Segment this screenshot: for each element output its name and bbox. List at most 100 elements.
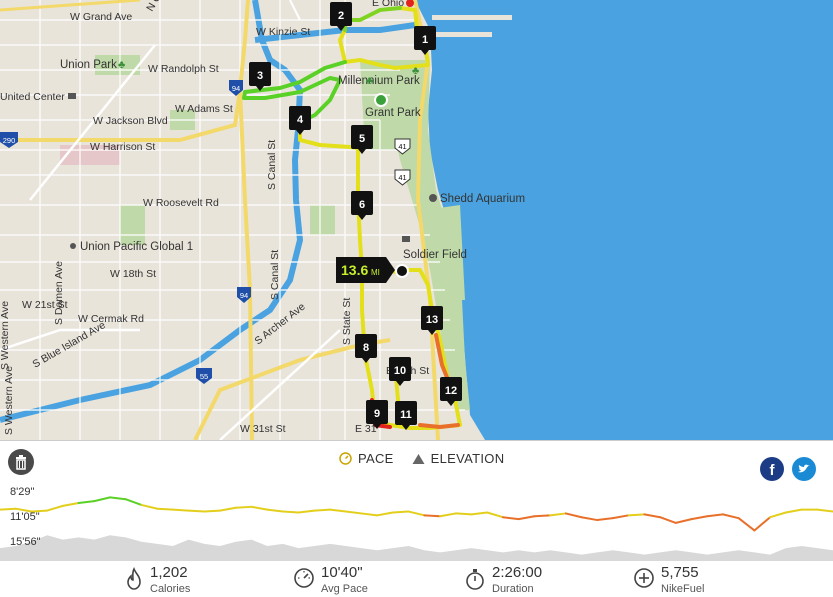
poi-icon [70, 243, 76, 249]
delete-button[interactable] [8, 449, 34, 475]
map-label: Union Park [60, 59, 117, 71]
map-label: Union Pacific Global 1 [80, 241, 193, 253]
pace-segment [281, 510, 300, 514]
map-label: W Randolph St [148, 63, 219, 75]
stat-calories: 1,202 Calories [124, 565, 190, 596]
y-tick-label: 15'56" [10, 536, 41, 548]
svg-text:9: 9 [374, 408, 380, 420]
pace-segment [784, 508, 803, 514]
svg-text:55: 55 [200, 372, 208, 381]
trash-icon [16, 455, 26, 470]
svg-text:12: 12 [445, 385, 457, 397]
map-label: S Damen Ave [53, 261, 65, 325]
map-label: W Roosevelt Rd [143, 197, 219, 209]
svg-text:8: 8 [363, 342, 369, 354]
pace-segment [549, 512, 567, 517]
pace-elevation-chart[interactable] [0, 481, 833, 561]
svg-text:1: 1 [422, 34, 428, 46]
svg-text:2: 2 [338, 10, 344, 22]
twitter-share-button[interactable] [792, 457, 816, 481]
map-label: W Adams St [175, 103, 233, 115]
route-map[interactable]: W Grand Ave W Kinzie St Union Park W Ran… [0, 0, 833, 440]
pace-segment [737, 517, 756, 532]
pace-segment [187, 509, 206, 513]
pace-segment [219, 506, 237, 512]
stats-panel: PACE ELEVATION f 8'29" 11'05" 15'56" 1,2… [0, 440, 833, 597]
end-pin[interactable] [395, 264, 409, 278]
map-label: S Canal St [266, 140, 278, 190]
svg-text:11: 11 [400, 409, 412, 421]
distance-badge[interactable]: 13.6 MI [336, 257, 395, 283]
pace-segment [706, 513, 724, 518]
map-label: E 31 [355, 423, 377, 435]
pace-segment [407, 510, 426, 517]
pace-icon [339, 452, 352, 465]
map-label: Grant Park [365, 107, 421, 119]
legend-pace-label: PACE [358, 451, 394, 466]
map-label: Millennium Park [338, 75, 420, 87]
map-label: S State St [341, 298, 353, 345]
pace-segment [533, 514, 552, 518]
pace-segment [627, 513, 646, 517]
legend-elevation[interactable]: ELEVATION [412, 451, 505, 466]
legend-elevation-label: ELEVATION [430, 451, 505, 466]
map-label: W Jackson Blvd [93, 115, 168, 127]
pace-segment [93, 496, 112, 503]
pace-segment [690, 515, 709, 521]
summary-stats: 1,202 Calories 10'40" Avg Pace 2:26:00 D… [0, 565, 833, 597]
pace-segment [439, 512, 457, 518]
flame-icon [127, 567, 141, 590]
pace-segment [423, 514, 442, 518]
pace-segment [470, 511, 489, 516]
map-label: W Cermak Rd [78, 313, 144, 325]
svg-text:41: 41 [398, 142, 406, 151]
stat-value: 1,202 [150, 564, 188, 581]
distance-value: 13.6 [341, 262, 368, 278]
map-label: S Western Ave [3, 366, 15, 435]
elevation-area [0, 535, 833, 561]
map-label: W Grand Ave [70, 11, 132, 23]
elevation-triangle-icon [412, 453, 425, 464]
map-label: S Western Ave [0, 301, 11, 370]
svg-text:41: 41 [398, 173, 406, 182]
pace-segment [0, 507, 17, 511]
pace-segment [46, 504, 64, 512]
twitter-icon [798, 464, 810, 473]
pace-segment [816, 508, 833, 513]
plus-circle-icon [634, 568, 654, 588]
pace-segment [297, 509, 316, 514]
pace-segment [486, 511, 504, 519]
pace-segment [611, 514, 630, 520]
svg-text:13: 13 [426, 314, 438, 326]
start-pin[interactable] [374, 93, 388, 107]
stopwatch-icon [466, 569, 484, 590]
map-label: W Kinzie St [256, 26, 310, 38]
pace-segment [124, 498, 143, 506]
stat-nikefuel: 5,755 NikeFuel [633, 565, 704, 596]
pace-segment [266, 508, 284, 513]
pace-segment [596, 517, 614, 522]
pace-segment [360, 512, 379, 517]
stat-avg-pace: 10'40" Avg Pace [293, 565, 368, 596]
facebook-share-button[interactable]: f [760, 457, 784, 481]
legend-pace[interactable]: PACE [339, 451, 394, 466]
stadium-icon [402, 236, 410, 242]
park-tree-icon: ♣ [366, 75, 373, 87]
y-tick-label: 11'05" [10, 511, 40, 523]
pace-segment [391, 510, 410, 514]
map-label: W 31st St [240, 423, 286, 435]
pace-segment [501, 516, 520, 521]
pace-segment [171, 508, 190, 512]
stat-label: Calories [150, 583, 191, 595]
svg-text:3: 3 [257, 70, 263, 82]
stat-label: Avg Pace [321, 583, 368, 595]
svg-text:4: 4 [297, 114, 304, 126]
pace-segment [61, 502, 80, 507]
pace-segment [376, 511, 394, 517]
pace-segment [564, 512, 583, 519]
svg-text:5: 5 [359, 133, 365, 145]
lake-michigan [415, 0, 833, 440]
park-tree-icon: ♣ [118, 59, 125, 71]
facebook-icon: f [770, 462, 776, 479]
pace-segment [313, 508, 332, 512]
